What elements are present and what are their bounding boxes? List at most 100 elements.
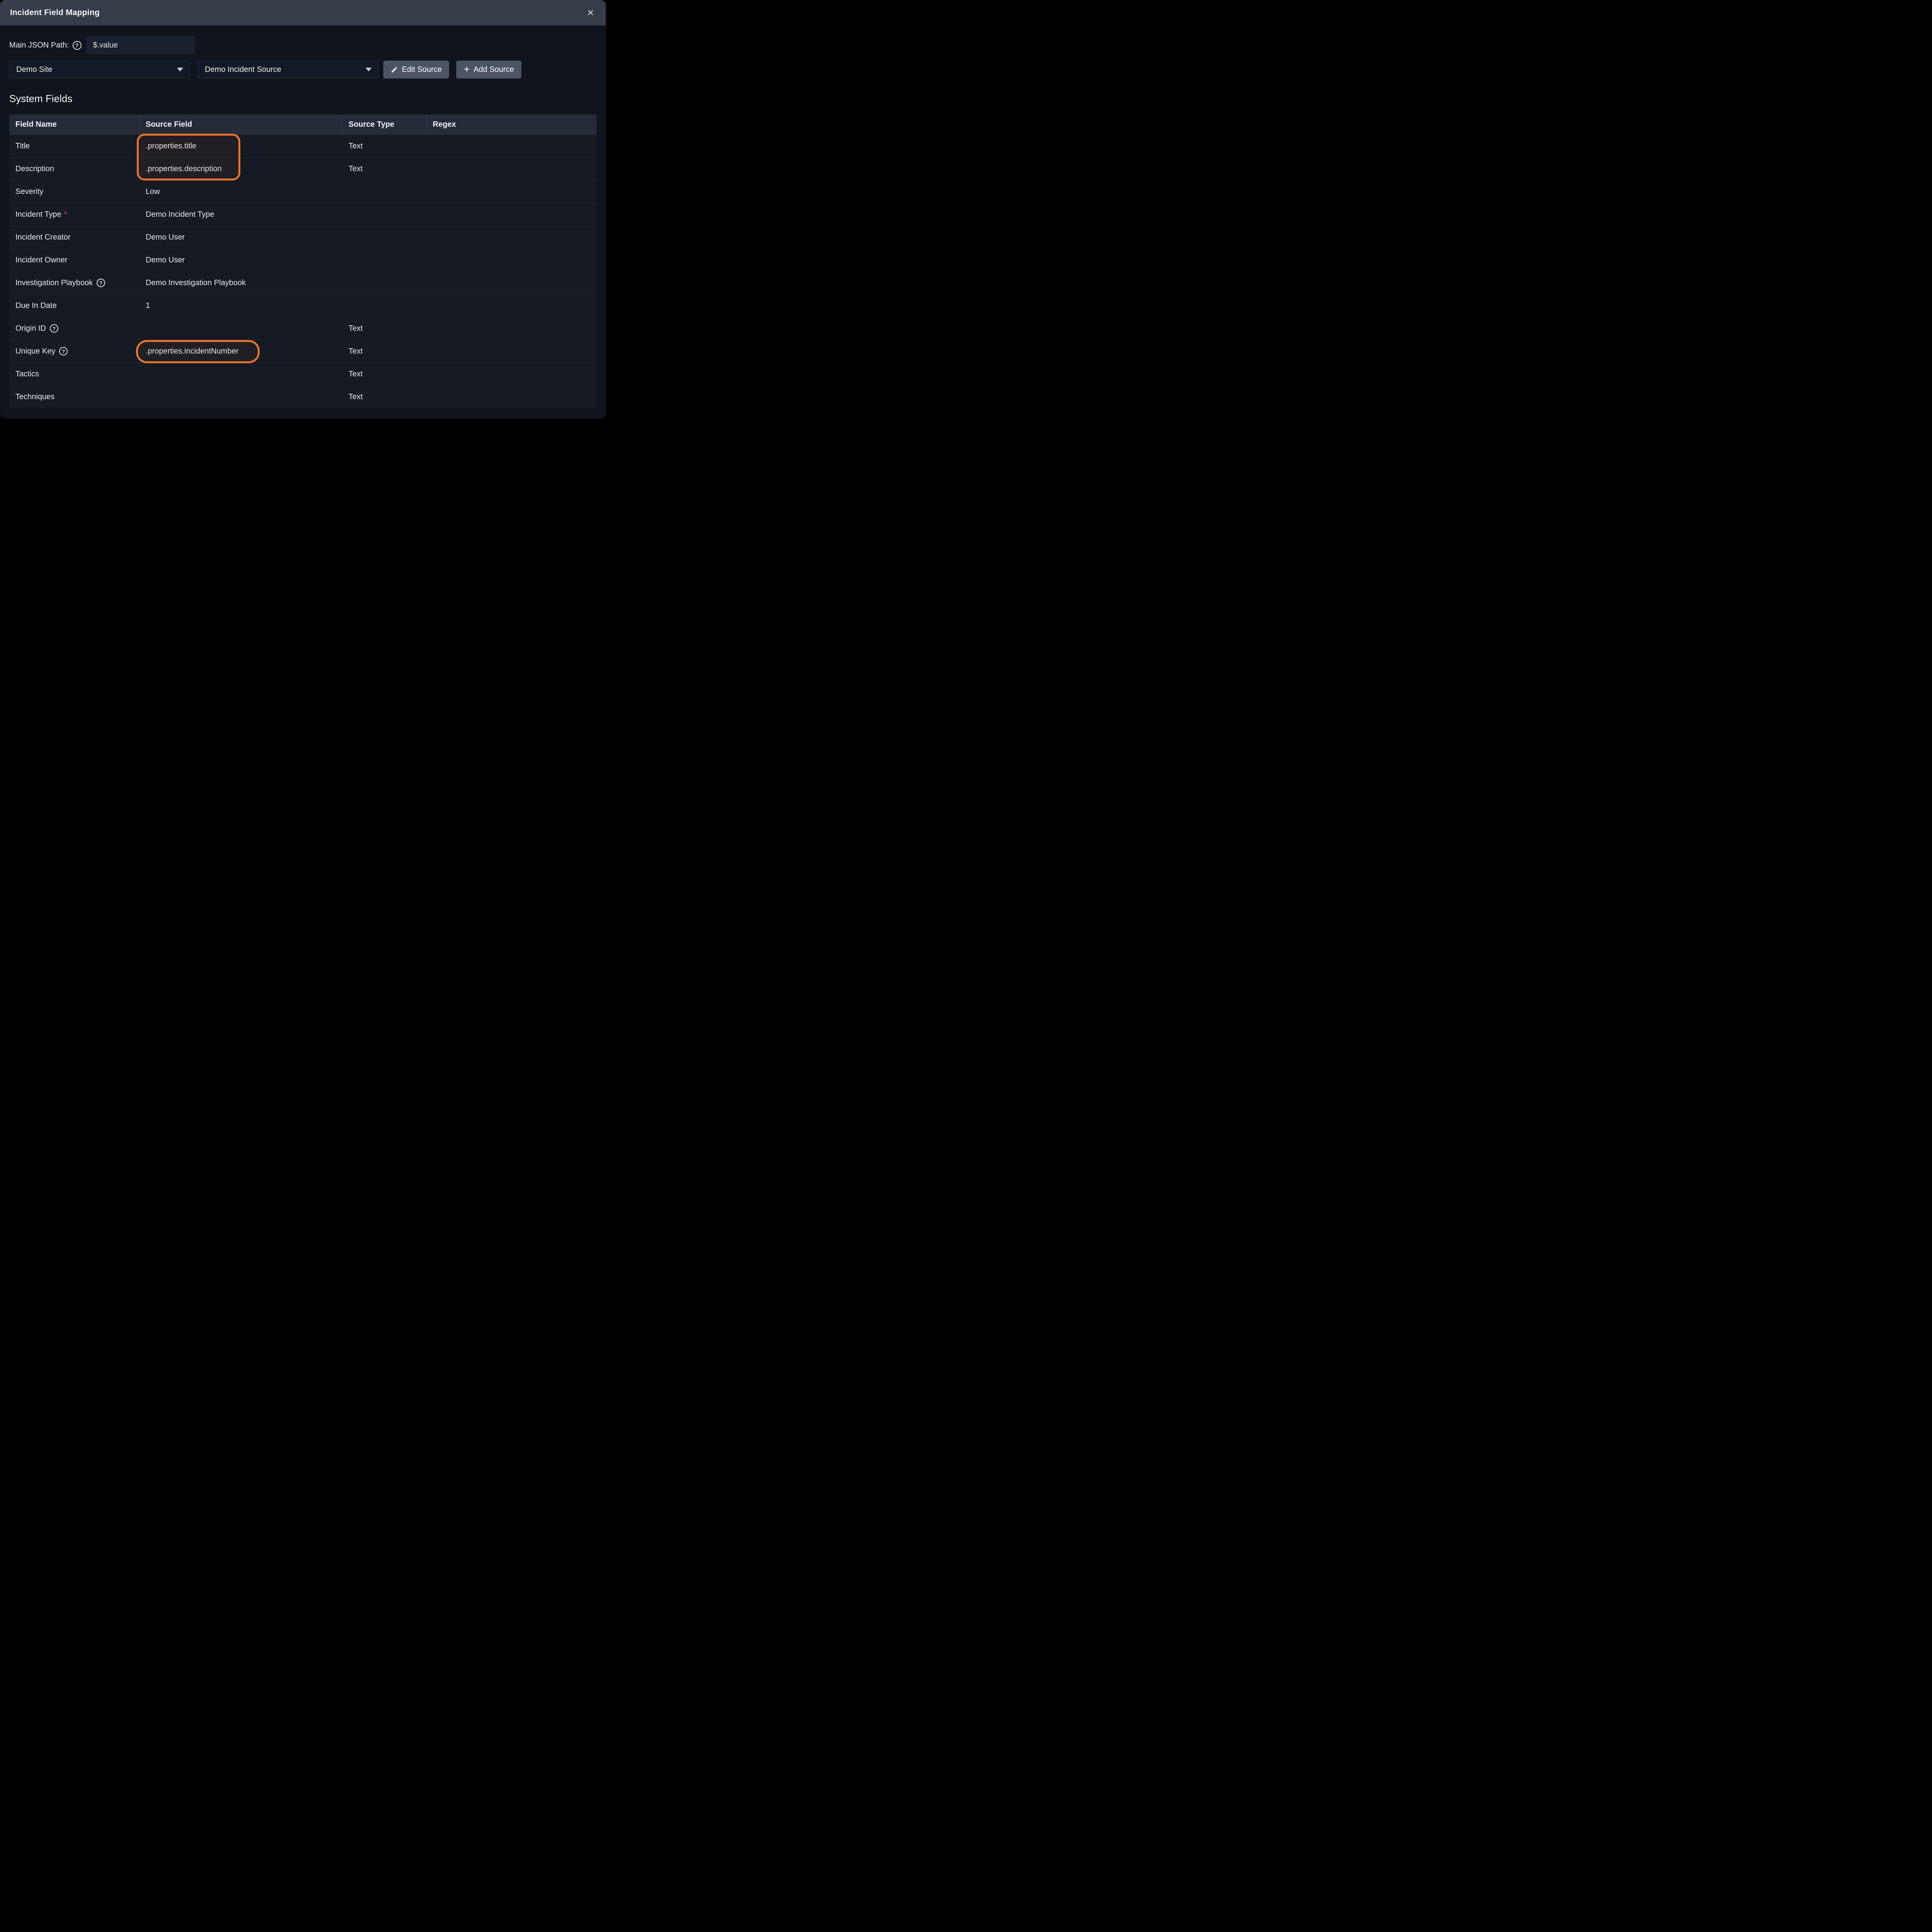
pencil-icon: [391, 66, 398, 73]
table-row: Incident Owner Demo User: [9, 248, 597, 271]
field-name-cell: Incident Owner: [9, 249, 139, 271]
field-name-label: Title: [15, 142, 30, 151]
regex-cell[interactable]: [427, 158, 597, 180]
column-header-source-type: Source Type: [342, 114, 427, 134]
regex-cell[interactable]: [427, 386, 597, 408]
source-field-value: Demo User: [146, 256, 185, 265]
regex-cell[interactable]: [427, 317, 597, 340]
source-field-cell[interactable]: 1: [139, 294, 342, 317]
source-type-value: Text: [349, 324, 363, 333]
source-field-cell[interactable]: .properties.description: [139, 158, 342, 180]
table-row: Techniques Text: [9, 385, 597, 408]
source-field-cell[interactable]: Low: [139, 180, 342, 203]
site-select[interactable]: Demo Site: [9, 61, 190, 78]
field-name-cell: Tactics: [9, 363, 139, 385]
table-row: Severity Low: [9, 180, 597, 203]
regex-cell[interactable]: [427, 203, 597, 226]
source-type-cell[interactable]: Text: [342, 135, 427, 157]
source-type-cell[interactable]: Text: [342, 340, 427, 362]
regex-cell[interactable]: [427, 340, 597, 362]
table-row: Due In Date 1: [9, 294, 597, 317]
table-row: Incident Creator Demo User: [9, 226, 597, 248]
modal-header: Incident Field Mapping ✕: [0, 0, 606, 26]
source-type-cell[interactable]: Text: [342, 363, 427, 385]
incident-source-select-value: Demo Incident Source: [205, 65, 281, 74]
source-field-cell[interactable]: Demo User: [139, 226, 342, 248]
field-name-cell: Unique Key?: [9, 340, 139, 362]
field-name-label: Description: [15, 165, 54, 173]
source-type-cell[interactable]: [342, 203, 427, 226]
field-name-cell: Severity: [9, 180, 139, 203]
json-path-row: Main JSON Path: ?: [9, 36, 597, 54]
source-field-cell[interactable]: [139, 386, 342, 408]
field-name-label: Investigation Playbook: [15, 279, 93, 287]
field-name-label: Tactics: [15, 370, 39, 379]
source-field-value: .properties.title: [146, 142, 196, 151]
source-type-cell[interactable]: [342, 226, 427, 248]
field-name-label: Incident Type: [15, 210, 61, 219]
source-field-cell[interactable]: Demo Incident Type: [139, 203, 342, 226]
source-type-cell[interactable]: Text: [342, 317, 427, 340]
field-name-cell: Techniques: [9, 386, 139, 408]
edit-source-label: Edit Source: [402, 65, 442, 74]
chevron-down-icon: [366, 68, 372, 71]
source-type-value: Text: [349, 370, 363, 379]
source-type-cell[interactable]: [342, 294, 427, 317]
table-row: Title .properties.title Text: [9, 134, 597, 157]
table-row: Origin ID?Text: [9, 317, 597, 340]
source-type-value: Text: [349, 142, 363, 151]
close-icon[interactable]: ✕: [585, 7, 596, 19]
regex-cell[interactable]: [427, 135, 597, 157]
incident-source-select[interactable]: Demo Incident Source: [198, 61, 379, 78]
field-name-label: Techniques: [15, 393, 54, 401]
column-header-regex: Regex: [427, 114, 597, 134]
source-field-cell[interactable]: Demo Investigation Playbook: [139, 272, 342, 294]
source-type-cell[interactable]: Text: [342, 386, 427, 408]
field-name-label: Unique Key: [15, 347, 55, 356]
source-type-cell[interactable]: [342, 180, 427, 203]
column-header-field-name: Field Name: [9, 114, 139, 134]
source-field-value: .properties.description: [146, 165, 222, 173]
source-field-cell[interactable]: [139, 317, 342, 340]
table-row: Investigation Playbook? Demo Investigatio…: [9, 271, 597, 294]
source-field-value: Demo User: [146, 233, 185, 242]
source-type-cell[interactable]: Text: [342, 158, 427, 180]
add-source-button[interactable]: + Add Source: [456, 61, 521, 78]
source-field-cell[interactable]: .properties.incidentNumber: [139, 340, 342, 362]
source-type-cell[interactable]: [342, 272, 427, 294]
system-fields-table: Field Name Source Field Source Type Rege…: [9, 114, 597, 408]
field-name-cell: Due In Date: [9, 294, 139, 317]
table-header-row: Field Name Source Field Source Type Rege…: [9, 114, 597, 134]
source-field-cell[interactable]: [139, 363, 342, 385]
chevron-down-icon: [177, 68, 183, 71]
add-source-label: Add Source: [474, 65, 514, 74]
regex-cell[interactable]: [427, 249, 597, 271]
source-type-cell[interactable]: [342, 249, 427, 271]
field-name-cell: Incident Creator: [9, 226, 139, 248]
source-field-cell[interactable]: .properties.title: [139, 135, 342, 157]
help-icon[interactable]: ?: [97, 279, 105, 287]
help-icon[interactable]: ?: [59, 347, 68, 355]
plus-icon: +: [464, 64, 469, 74]
regex-cell[interactable]: [427, 226, 597, 248]
json-path-input[interactable]: [87, 36, 195, 54]
source-type-value: Text: [349, 165, 363, 173]
json-path-label: Main JSON Path:: [9, 41, 69, 50]
section-title: System Fields: [9, 93, 597, 105]
regex-cell[interactable]: [427, 363, 597, 385]
field-name-label: Severity: [15, 187, 43, 196]
incident-field-mapping-modal: Incident Field Mapping ✕ Main JSON Path:…: [0, 0, 606, 418]
regex-cell[interactable]: [427, 180, 597, 203]
source-field-cell[interactable]: Demo User: [139, 249, 342, 271]
source-field-value: Demo Incident Type: [146, 210, 214, 219]
edit-source-button[interactable]: Edit Source: [383, 61, 449, 78]
regex-cell[interactable]: [427, 294, 597, 317]
field-name-cell: Description: [9, 158, 139, 180]
regex-cell[interactable]: [427, 272, 597, 294]
required-asterisk: *: [64, 210, 67, 219]
question-circle-icon[interactable]: ?: [73, 41, 82, 50]
source-type-value: Text: [349, 393, 363, 401]
source-field-value: 1: [146, 301, 150, 310]
help-icon[interactable]: ?: [50, 324, 58, 333]
modal-title: Incident Field Mapping: [10, 8, 100, 17]
